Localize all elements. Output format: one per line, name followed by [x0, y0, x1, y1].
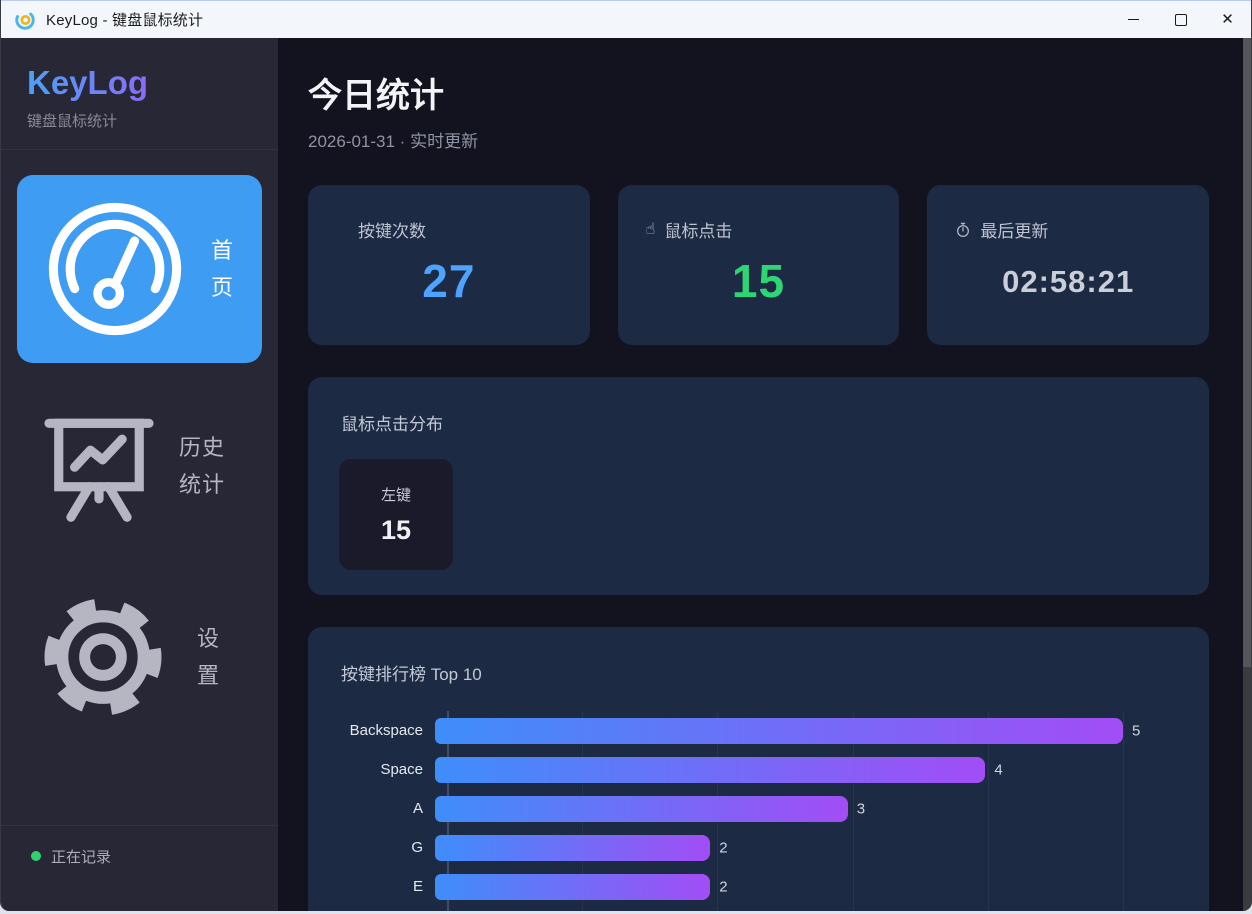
app-logo-icon [14, 9, 36, 31]
stat-label: 鼠标点击 [664, 217, 732, 242]
bar-plot-area: 3 [435, 796, 1123, 822]
bar-value: 2 [719, 839, 727, 856]
chart-row: I2 [341, 906, 1175, 911]
minimize-icon [1128, 19, 1139, 20]
stat-label: 最后更新 [980, 217, 1048, 242]
minimize-button[interactable] [1110, 1, 1157, 38]
bar-label: E [341, 878, 435, 895]
page-title: 今日统计 [308, 68, 1209, 117]
stat-value-mouse-clicks: 15 [646, 254, 872, 308]
sidebar-item-home[interactable]: 首页 [17, 175, 262, 363]
stat-label: 按键次数 [358, 217, 426, 242]
maximize-button[interactable] [1157, 1, 1204, 38]
main-content: 今日统计 2026-01-31 · 实时更新 按键次数 27 ☝ 鼠标点击 15 [278, 38, 1251, 911]
sidebar-item-label: 历史统计 [179, 429, 229, 504]
sidebar-item-label: 首页 [211, 232, 237, 307]
app-window: KeyLog - 键盘鼠标统计 ✕ KeyLog 键盘鼠标统计 [0, 0, 1252, 911]
maximize-icon [1175, 14, 1187, 26]
title-bar: KeyLog - 键盘鼠标统计 ✕ [1, 0, 1251, 38]
window-controls: ✕ [1110, 1, 1251, 38]
chart-row: Space 4 [341, 750, 1175, 789]
bar-value: 2 [719, 878, 727, 895]
gear-icon [35, 589, 171, 725]
close-icon: ✕ [1221, 12, 1234, 27]
scrollbar-thumb[interactable] [1243, 38, 1251, 667]
stat-value-keypresses: 27 [336, 254, 562, 308]
chart-rows: Backspace5Space4A3G2E2I2 [341, 711, 1175, 911]
bar[interactable] [435, 796, 848, 822]
presentation-chart-icon [35, 405, 163, 527]
bar[interactable] [435, 757, 985, 783]
mouse-distribution-title: 鼠标点击分布 [308, 377, 1209, 435]
key-ranking-title: 按键排行榜 Top 10 [308, 627, 1209, 685]
chart-row: G2 [341, 828, 1175, 867]
sidebar-item-settings[interactable]: 设置 [1, 577, 278, 737]
recording-label: 正在记录 [51, 846, 111, 867]
sidebar-nav: 首页 历史统计 [1, 150, 278, 825]
page-subtitle: 2026-01-31 · 实时更新 [308, 127, 1209, 152]
brand-subtitle: 键盘鼠标统计 [27, 110, 278, 131]
stat-card-mouse-clicks: ☝ 鼠标点击 15 [618, 185, 900, 345]
bar[interactable] [435, 874, 710, 900]
vertical-scrollbar[interactable] [1243, 38, 1251, 911]
bar-value: 4 [994, 761, 1002, 778]
key-ranking-panel: 按键排行榜 Top 10 Backspace5Space4A3G2E2I2 [308, 627, 1209, 911]
pointer-hand-icon: ☝ [646, 222, 656, 238]
key-ranking-chart: Backspace5Space4A3G2E2I2 [341, 711, 1175, 911]
sidebar: KeyLog 键盘鼠标统计 首页 [1, 38, 278, 911]
chart-row: Backspace5 [341, 711, 1175, 750]
bar[interactable] [435, 718, 1123, 744]
recording-dot-icon [31, 851, 41, 861]
bar-value: 5 [1132, 722, 1140, 739]
sidebar-item-history[interactable]: 历史统计 [1, 391, 278, 541]
chip-value: 15 [381, 515, 411, 546]
bar-label: A [341, 800, 435, 817]
chart-row: A3 [341, 789, 1175, 828]
close-button[interactable]: ✕ [1204, 1, 1251, 38]
brand-name: KeyLog [27, 64, 148, 102]
window-title: KeyLog - 键盘鼠标统计 [46, 9, 203, 30]
mouse-distribution-panel: 鼠标点击分布 左键 15 [308, 377, 1209, 595]
bar-plot-area: 2 [435, 835, 1123, 861]
bar-value: 3 [857, 800, 865, 817]
gauge-icon [45, 199, 185, 339]
brand-block: KeyLog 键盘鼠标统计 [1, 38, 278, 150]
recording-status: 正在记录 [1, 825, 278, 911]
sidebar-item-label: 设置 [197, 620, 223, 695]
stat-card-row: 按键次数 27 ☝ 鼠标点击 15 [308, 185, 1209, 345]
left-button-chip: 左键 15 [339, 459, 453, 570]
bar-plot-area: 2 [435, 874, 1123, 900]
stopwatch-icon [955, 222, 971, 238]
bar-label: Backspace [341, 722, 435, 739]
chip-label: 左键 [381, 484, 411, 505]
bar-label: G [341, 839, 435, 856]
bar-plot-area: 5 [435, 718, 1123, 744]
chart-row: E2 [341, 867, 1175, 906]
bar-label: Space [341, 761, 435, 778]
stat-value-last-update: 02:58:21 [955, 264, 1181, 300]
bar-plot-area: 4 [435, 757, 1123, 783]
bar[interactable] [435, 835, 710, 861]
stat-card-last-update: 最后更新 02:58:21 [927, 185, 1209, 345]
stat-card-keypresses: 按键次数 27 [308, 185, 590, 345]
